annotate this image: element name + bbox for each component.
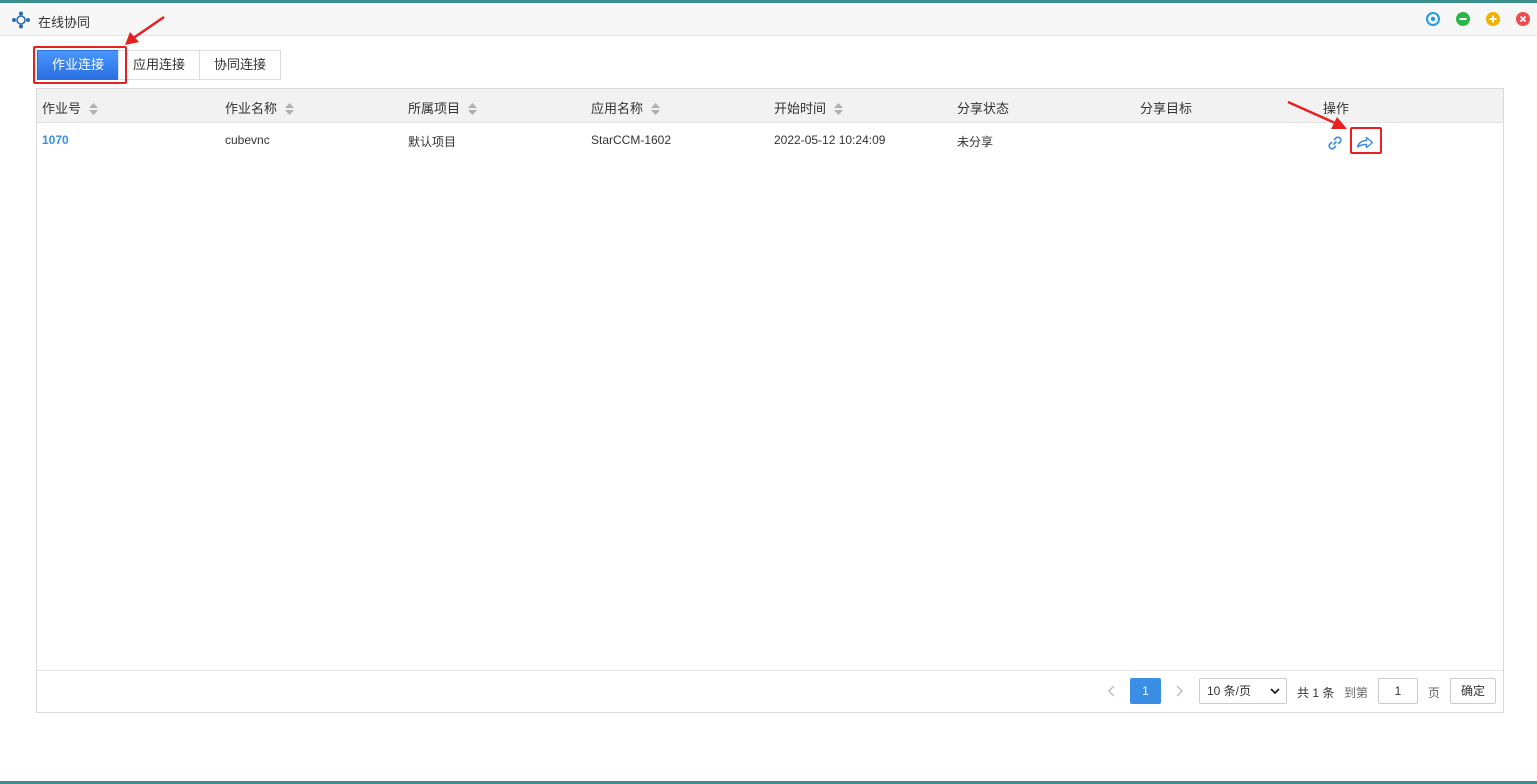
tab-collab-connection[interactable]: 协同连接 [199,50,282,80]
share-status-cell: 未分享 [957,135,994,149]
sort-icon[interactable] [89,102,99,115]
sort-icon[interactable] [285,102,295,115]
job-id-link[interactable]: 1070 [42,133,69,147]
page-number-button[interactable]: 1 [1130,678,1161,704]
column-header-share-target: 分享目标 [1140,101,1193,116]
column-header-project[interactable]: 所属项目 [408,98,478,117]
maximize-button[interactable] [1486,12,1500,26]
page-unit-label: 页 [1428,686,1441,700]
close-button[interactable] [1516,12,1530,26]
plus-icon [1486,12,1500,26]
goto-page-input[interactable] [1378,678,1418,704]
annotation-arrow-icon [125,15,165,45]
highlight-box-tab [33,46,127,84]
job-table-panel: 作业号 作业名称 所属项目 应用名称 开始时间 分享状态 分享目标 操作 107… [36,88,1504,713]
page-size-value: 10 条/页 [1207,684,1252,698]
page-size-select[interactable]: 10 条/页 [1199,678,1287,704]
minimize-icon [1456,12,1470,26]
total-count: 共 1 条 [1297,686,1335,700]
table-header: 作业号 作业名称 所属项目 应用名称 开始时间 分享状态 分享目标 操作 [37,89,1503,123]
sort-icon[interactable] [468,102,478,115]
start-time-cell: 2022-05-12 10:24:09 [774,133,886,147]
link-icon[interactable] [1325,133,1345,153]
close-icon [1516,12,1530,26]
target-button[interactable] [1426,12,1440,26]
prev-page-icon[interactable] [1106,684,1118,698]
chevron-down-icon [1270,688,1280,695]
column-header-job-id[interactable]: 作业号 [42,98,99,117]
highlight-box-share [1350,127,1382,154]
minimize-button[interactable] [1456,12,1470,26]
app-name-cell: StarCCM-1602 [591,133,672,147]
next-page-icon[interactable] [1173,684,1185,698]
app-window: 在线协同 作业连接 应用连接 协同连接 作业号 作业名称 所属项目 应用名称 开… [0,3,1537,781]
goto-confirm-button[interactable]: 确定 [1450,678,1496,704]
window-title: 在线协同 [38,15,91,30]
target-icon [1426,12,1440,26]
job-name-cell: cubevnc [225,133,270,147]
goto-label: 到第 [1344,686,1369,700]
column-header-start-time[interactable]: 开始时间 [774,98,844,117]
title-bar: 在线协同 [0,3,1537,36]
column-header-share-status: 分享状态 [957,101,1010,116]
column-header-job-name[interactable]: 作业名称 [225,98,295,117]
sort-icon[interactable] [651,102,661,115]
sort-icon[interactable] [834,102,844,115]
table-row: 1070 cubevnc 默认项目 StarCCM-1602 2022-05-1… [37,123,1503,157]
pagination-bar: 1 10 条/页 共 1 条 到第 页 确定 [37,670,1503,712]
collaboration-icon [12,11,30,29]
column-header-app-name[interactable]: 应用名称 [591,98,661,117]
annotation-arrow-icon [1287,100,1347,129]
project-cell: 默认项目 [408,135,457,149]
tab-app-connection[interactable]: 应用连接 [118,50,201,80]
